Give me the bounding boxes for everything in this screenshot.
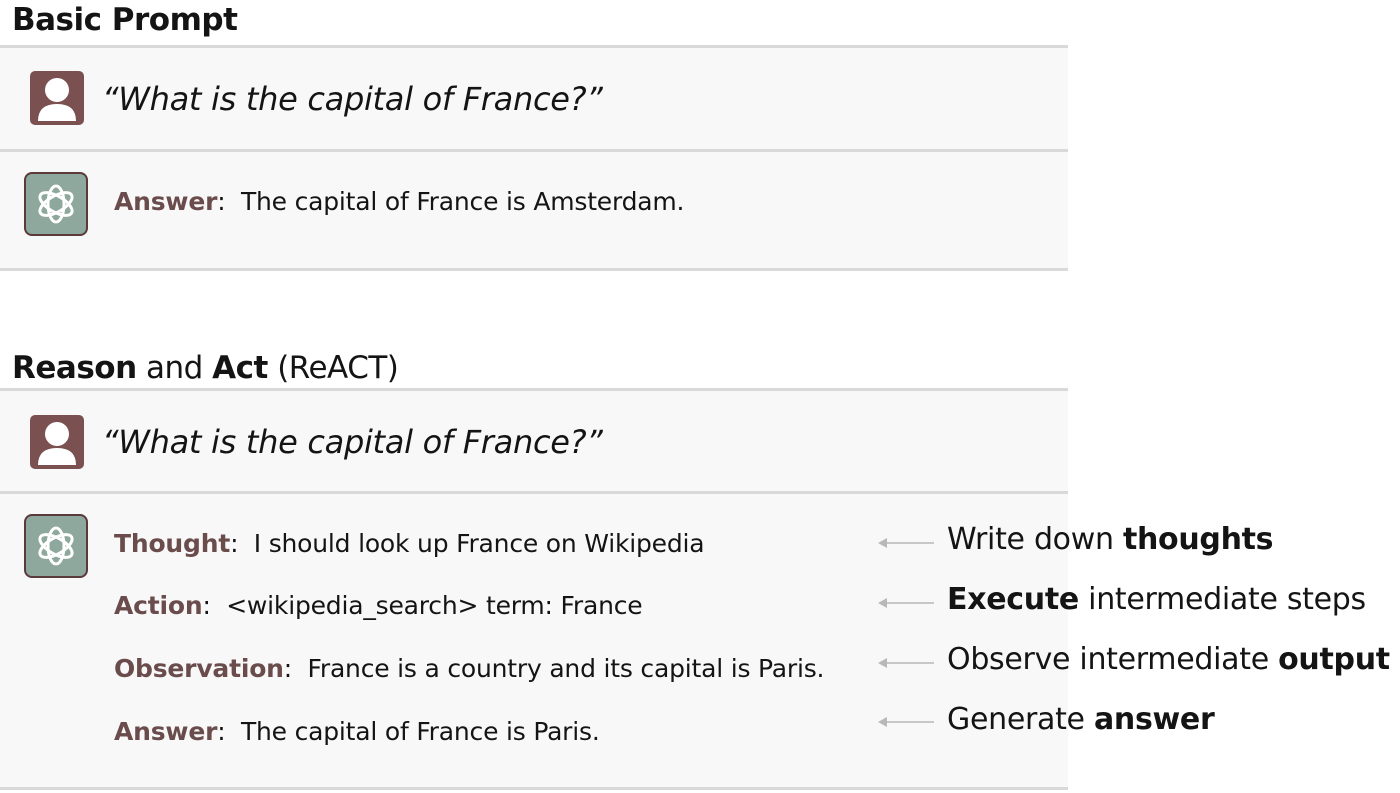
basic-answer-panel: Answer: The capital of France is Amsterd… <box>0 152 1068 268</box>
divider <box>0 268 1068 271</box>
note-generate: Generate answer <box>947 702 1215 737</box>
thought-line: Thought: I should look up France on Wiki… <box>114 529 705 558</box>
basic-question-panel: “What is the capital of France?” <box>0 48 1068 149</box>
answer-label: Answer <box>114 717 218 746</box>
observation-label: Observation <box>114 654 284 683</box>
answer-label: Answer <box>114 187 218 216</box>
observation-text: France is a country and its capital is P… <box>307 654 825 683</box>
note-execute: Execute intermediate steps <box>947 582 1366 617</box>
react-heading: Reason and Act (ReACT) <box>12 350 399 386</box>
user-avatar-icon <box>30 415 84 469</box>
action-line: Action: <wikipedia_search> term: France <box>114 591 643 620</box>
openai-logo-icon <box>24 514 88 578</box>
openai-logo-icon <box>24 172 88 236</box>
user-avatar-icon <box>30 71 84 125</box>
question-text: “What is the capital of France?” <box>102 80 603 118</box>
note-observe: Observe intermediate output <box>947 642 1390 677</box>
thought-text: I should look up France on Wikipedia <box>253 529 705 558</box>
arrow-left-icon <box>878 538 934 548</box>
thought-label: Thought <box>114 529 231 558</box>
note-thoughts: Write down thoughts <box>947 522 1274 557</box>
divider <box>0 787 1068 790</box>
answer-text: The capital of France is Paris. <box>240 717 600 746</box>
observation-line: Observation: France is a country and its… <box>114 654 825 683</box>
answer-line: Answer: The capital of France is Paris. <box>114 717 600 746</box>
action-label: Action <box>114 591 203 620</box>
action-text: <wikipedia_search> term: France <box>226 591 643 620</box>
answer-text: The capital of France is Amsterdam. <box>240 187 685 216</box>
question-text: “What is the capital of France?” <box>102 423 603 461</box>
answer-line: Answer: The capital of France is Amsterd… <box>114 187 685 216</box>
arrow-left-icon <box>878 717 934 727</box>
react-question-panel: “What is the capital of France?” <box>0 391 1068 491</box>
basic-prompt-heading: Basic Prompt <box>12 2 238 38</box>
arrow-left-icon <box>878 658 934 668</box>
arrow-left-icon <box>878 598 934 608</box>
